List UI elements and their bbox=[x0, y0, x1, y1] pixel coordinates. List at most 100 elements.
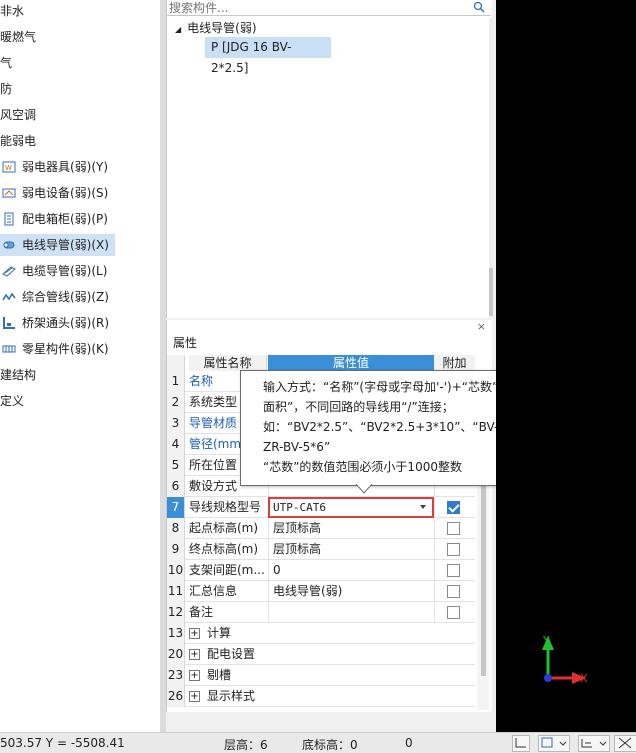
tree-label: 综合管线(弱)(Z) bbox=[22, 290, 109, 304]
expand-plus-icon[interactable]: + bbox=[189, 691, 200, 702]
search-input[interactable] bbox=[167, 0, 467, 15]
header-num-cell bbox=[167, 355, 185, 371]
row-attach bbox=[434, 581, 475, 602]
row-attach bbox=[434, 539, 475, 560]
property-group-distribution[interactable]: 20 + 配电设置 bbox=[167, 644, 475, 665]
row-number: 5 bbox=[167, 455, 185, 476]
bottom-elevation: 底标高：0 bbox=[302, 738, 358, 752]
tree-label: 配电箱柜(弱)(P) bbox=[22, 212, 108, 226]
row-number: 9 bbox=[167, 539, 185, 560]
tree-label: 暖燃气 bbox=[0, 30, 37, 44]
row-number: 20 bbox=[167, 644, 185, 665]
row-number: 4 bbox=[167, 434, 185, 455]
property-group-groove[interactable]: 23 + 剔槽 bbox=[167, 665, 475, 686]
tree-label: 建结构 bbox=[0, 368, 37, 382]
coords-readout: 503.57 Y = -5508.41 bbox=[0, 736, 125, 750]
row-name: 导线规格型号 bbox=[189, 500, 262, 514]
property-row-remark[interactable]: 12 备注 bbox=[167, 602, 475, 623]
expand-plus-icon[interactable]: + bbox=[189, 649, 200, 660]
header-attach[interactable]: 附加 bbox=[434, 355, 475, 371]
row-value[interactable] bbox=[268, 602, 434, 623]
properties-header: 属性名称 属性值 附加 bbox=[167, 355, 475, 371]
expand-plus-icon[interactable]: + bbox=[189, 628, 200, 639]
property-row-end-elev[interactable]: 9 终点标高(m) 层顶标高 bbox=[167, 539, 475, 560]
row-value[interactable]: 层顶标高 bbox=[268, 539, 434, 560]
drawing-viewport[interactable]: Y X bbox=[496, 0, 636, 732]
row-number: 10 bbox=[167, 560, 185, 581]
cross-icon bbox=[618, 737, 632, 749]
conduit-icon bbox=[3, 241, 15, 249]
row-attach bbox=[434, 602, 475, 623]
axis-tool-button[interactable] bbox=[578, 735, 610, 752]
component-root-label: 电线导管(弱) bbox=[187, 21, 257, 35]
status-value: 0 bbox=[405, 736, 413, 750]
device-icon: W bbox=[2, 161, 16, 173]
group-label: 计算 bbox=[207, 626, 232, 640]
expand-plus-icon[interactable]: + bbox=[189, 670, 200, 681]
wire-spec-dropdown[interactable]: UTP-CAT6 bbox=[268, 497, 434, 518]
row-name: 终点标高(m) bbox=[189, 542, 259, 556]
row-number: 1 bbox=[167, 371, 185, 392]
close-icon[interactable]: × bbox=[477, 320, 486, 333]
chevron-down-icon[interactable] bbox=[420, 505, 426, 509]
row-number: 3 bbox=[167, 413, 185, 434]
row-value[interactable]: 层顶标高 bbox=[268, 518, 434, 539]
attach-checkbox[interactable] bbox=[447, 564, 460, 577]
tree-label: 电缆导管(弱)(L) bbox=[22, 264, 108, 278]
row-value[interactable]: 电线导管(弱) bbox=[268, 581, 434, 602]
tree-label: 电线导管(弱)(X) bbox=[22, 238, 109, 252]
corner-snap-icon bbox=[515, 738, 526, 748]
tree-label: 非水 bbox=[0, 4, 25, 18]
close-view-button[interactable] bbox=[614, 735, 636, 752]
component-scrollbar-thumb[interactable] bbox=[489, 268, 493, 316]
left-tree-panel: 非水 暖燃气 气 防 风空调 能弱电 W 弱电器具(弱)(Y) 弱电设备(弱)(… bbox=[0, 0, 160, 732]
property-row-wire-spec[interactable]: 7 导线规格型号 UTP-CAT6 bbox=[167, 497, 475, 518]
status-bar: 503.57 Y = -5508.41 层高：6 底标高：0 0 bbox=[0, 732, 636, 753]
floor-height: 层高：6 bbox=[224, 738, 268, 752]
row-name: 支架间距(m... bbox=[189, 563, 265, 577]
collapse-triangle-icon[interactable]: ◢ bbox=[175, 25, 181, 34]
tree-item-weak-conduit[interactable]: 电线导管(弱)(X) bbox=[0, 234, 115, 256]
tree-label: 气 bbox=[0, 56, 13, 70]
property-group-display[interactable]: 26 + 显示样式 bbox=[167, 686, 475, 707]
row-number: 8 bbox=[167, 518, 185, 539]
row-number: 23 bbox=[167, 665, 185, 686]
axis-x-label: X bbox=[580, 672, 588, 685]
search-icon[interactable] bbox=[473, 1, 485, 13]
component-child-label: P [JDG 16 BV-2*2.5] bbox=[211, 40, 292, 75]
attach-checkbox[interactable] bbox=[447, 543, 460, 556]
tree-label: 弱电设备(弱)(S) bbox=[22, 186, 109, 200]
header-value[interactable]: 属性值 bbox=[268, 355, 434, 371]
row-number: 11 bbox=[167, 581, 185, 602]
row-value[interactable]: 0 bbox=[268, 560, 434, 581]
tree-label: 能弱电 bbox=[0, 134, 37, 148]
pipeline-icon bbox=[2, 292, 16, 301]
component-tree-root[interactable]: ◢ 电线导管(弱) bbox=[175, 18, 257, 38]
row-name: 起点标高(m) bbox=[189, 521, 259, 535]
snap-corner-button[interactable] bbox=[512, 735, 530, 752]
attach-checkbox[interactable] bbox=[447, 585, 460, 598]
axis-gizmo-icon: Y X bbox=[542, 634, 588, 685]
attach-checkbox[interactable] bbox=[447, 501, 460, 514]
attach-checkbox[interactable] bbox=[447, 606, 460, 619]
svg-text:W: W bbox=[5, 164, 12, 172]
cabinet-icon bbox=[4, 212, 14, 226]
component-icon bbox=[2, 345, 16, 353]
row-name: 汇总信息 bbox=[189, 584, 238, 598]
row-attach bbox=[434, 518, 475, 539]
header-name[interactable]: 属性名称 bbox=[189, 355, 267, 371]
component-panel: ◢ 电线导管(弱) P [JDG 16 BV-2*2.5] bbox=[166, 0, 493, 318]
component-tree-item-selected[interactable]: P [JDG 16 BV-2*2.5] bbox=[205, 37, 331, 75]
property-group-calc[interactable]: 13 + 计算 bbox=[167, 623, 475, 644]
property-row-summary[interactable]: 11 汇总信息 电线导管(弱) bbox=[167, 581, 475, 602]
property-row-support-spacing[interactable]: 10 支架间距(m... 0 bbox=[167, 560, 475, 581]
dropdown-value: UTP-CAT6 bbox=[273, 501, 326, 514]
property-row-start-elev[interactable]: 8 起点标高(m) 层顶标高 bbox=[167, 518, 475, 539]
view-mode-button[interactable] bbox=[538, 735, 570, 752]
view-mode-icon bbox=[541, 737, 567, 748]
row-number: 7 bbox=[167, 497, 185, 518]
tree-label: 防 bbox=[0, 82, 13, 96]
tree-label: 桥架通头(弱)(R) bbox=[22, 316, 110, 330]
attach-checkbox[interactable] bbox=[447, 522, 460, 535]
row-attach bbox=[434, 560, 475, 581]
